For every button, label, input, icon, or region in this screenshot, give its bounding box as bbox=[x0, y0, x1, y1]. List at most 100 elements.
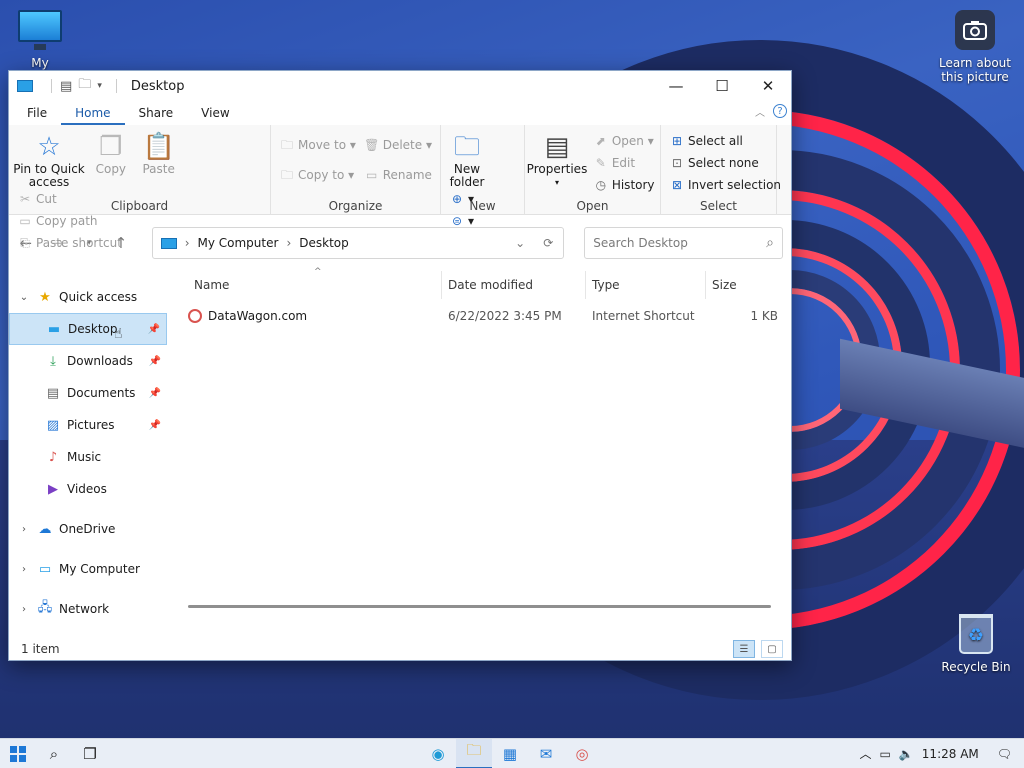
select-none-button[interactable]: ⊡ Select none bbox=[669, 153, 781, 173]
sidebar-item-label: Desktop bbox=[68, 322, 118, 336]
title-bar[interactable]: ▤ 🗀 ▾ Desktop — ☐ ✕ bbox=[9, 71, 791, 101]
move-to-button[interactable]: 🗀 Move to ▾ bbox=[279, 135, 356, 155]
sidebar-item-pictures[interactable]: ▨ Pictures 📌 bbox=[9, 409, 167, 441]
chevron-down-icon[interactable]: ⌄ bbox=[17, 292, 31, 303]
task-view-icon[interactable]: ❐ bbox=[72, 739, 108, 768]
search-icon: ⌕ bbox=[766, 235, 774, 251]
sidebar-item-network[interactable]: › 🖧 Network bbox=[9, 593, 167, 625]
edit-button[interactable]: ✎ Edit bbox=[593, 153, 655, 173]
pencil-icon: ✎ bbox=[595, 156, 606, 170]
select-all-button[interactable]: ⊞ Select all bbox=[669, 131, 781, 151]
chevron-right-icon[interactable]: › bbox=[17, 564, 31, 575]
button-label: History bbox=[611, 178, 655, 192]
new-folder-button[interactable]: 🗀 New folder bbox=[445, 131, 489, 189]
column-header-size[interactable]: Size bbox=[706, 271, 782, 299]
chevron-up-icon[interactable]: ︿ bbox=[859, 745, 871, 762]
refresh-icon[interactable]: ⟳ bbox=[543, 236, 553, 250]
sidebar-item-label: Quick access bbox=[59, 290, 138, 304]
windows-start-icon[interactable] bbox=[0, 739, 36, 768]
chevron-right-icon[interactable]: › bbox=[17, 604, 31, 615]
history-button[interactable]: ◷ History bbox=[593, 175, 655, 195]
search-icon[interactable]: ⌕ bbox=[36, 739, 72, 768]
new-folder-quick-icon[interactable]: 🗀 bbox=[78, 75, 91, 97]
network-status-icon[interactable]: ▭ bbox=[880, 747, 891, 761]
minimize-button[interactable]: — bbox=[653, 71, 699, 101]
easy-access-button[interactable]: ⊜ ▾ bbox=[449, 211, 474, 231]
chevron-down-icon[interactable]: ▾ bbox=[97, 81, 102, 91]
help-icon[interactable]: ? bbox=[773, 104, 787, 118]
file-explorer-icon[interactable]: 🗀 bbox=[456, 738, 492, 768]
button-label: Properties bbox=[526, 162, 588, 176]
tab-view[interactable]: View bbox=[187, 101, 243, 125]
chevron-down-icon: ▾ bbox=[554, 178, 559, 187]
rename-icon: ▭ bbox=[366, 168, 378, 182]
chevron-up-icon[interactable]: ︿ bbox=[755, 104, 765, 119]
sidebar-item-label: Network bbox=[59, 602, 110, 616]
button-label: Invert selection bbox=[688, 178, 782, 192]
details-view-icon[interactable]: ☰ bbox=[733, 640, 755, 658]
sidebar-item-onedrive[interactable]: › ☁ OneDrive bbox=[9, 513, 167, 545]
copy-path-button[interactable]: ▭ Copy path bbox=[17, 211, 122, 231]
edge-browser-icon[interactable]: ◉ bbox=[420, 739, 456, 768]
sidebar-item-videos[interactable]: ▶ Videos bbox=[9, 473, 167, 505]
paste-shortcut-button[interactable]: ⎘ Paste shortcut bbox=[17, 233, 122, 253]
notifications-icon[interactable]: 🗨 bbox=[997, 747, 1012, 761]
column-header-name[interactable]: Name bbox=[168, 271, 442, 299]
properties-button[interactable]: ▤ Properties ▾ bbox=[526, 131, 588, 189]
paste-button[interactable]: 📋 Paste bbox=[137, 131, 181, 176]
invert-selection-button[interactable]: ⊠ Invert selection bbox=[669, 175, 781, 195]
pin-to-quick-access-button[interactable]: ☆ Pin to Quick access bbox=[13, 131, 85, 189]
copy-button[interactable]: ❐ Copy bbox=[89, 131, 133, 176]
internet-shortcut-icon bbox=[188, 309, 202, 323]
video-icon: ▶ bbox=[48, 481, 58, 497]
ribbon-group-new: 🗀 New folder ⊕ ▾ ⊜ ▾ New bbox=[441, 125, 525, 228]
sidebar-item-documents[interactable]: ▤ Documents 📌 bbox=[9, 377, 167, 409]
breadcrumb-desktop[interactable]: Desktop bbox=[299, 236, 349, 250]
horizontal-scrollbar[interactable] bbox=[188, 605, 771, 608]
rename-button[interactable]: ▭ Rename bbox=[364, 165, 432, 185]
copy-to-icon: 🗀 bbox=[280, 168, 293, 182]
sidebar-item-my-computer[interactable]: › ▭ My Computer bbox=[9, 553, 167, 585]
desktop-icon-recycle-bin[interactable]: ♻ Recycle Bin bbox=[936, 614, 1016, 674]
tab-home[interactable]: Home bbox=[61, 101, 125, 125]
breadcrumb-my-computer[interactable]: My Computer bbox=[198, 236, 279, 250]
maximize-button[interactable]: ☐ bbox=[699, 71, 745, 101]
file-explorer-window: ▤ 🗀 ▾ Desktop — ☐ ✕ File Home Share View… bbox=[8, 70, 792, 661]
sidebar-item-quick-access[interactable]: ⌄ ★ Quick access bbox=[9, 281, 167, 313]
chevron-down-icon[interactable]: ⌄ bbox=[515, 236, 525, 250]
tab-share[interactable]: Share bbox=[125, 101, 188, 125]
tab-file[interactable]: File bbox=[17, 101, 61, 125]
large-icons-view-icon[interactable]: ▢ bbox=[761, 640, 783, 658]
delete-button[interactable]: 🗑 Delete ▾ bbox=[364, 135, 432, 155]
desktop-icon-learn-about-picture[interactable]: Learn about this picture bbox=[930, 10, 1020, 84]
ribbon-tabs: File Home Share View ︿ ? bbox=[9, 101, 791, 125]
window-title: Desktop bbox=[130, 78, 185, 94]
button-label: Delete bbox=[382, 138, 423, 152]
sidebar-item-label: Downloads bbox=[67, 354, 133, 368]
sidebar-item-downloads[interactable]: ⤓ Downloads 📌 bbox=[9, 345, 167, 377]
chevron-right-icon[interactable]: › bbox=[17, 524, 31, 535]
move-to-icon: 🗀 bbox=[280, 138, 293, 152]
mail-icon[interactable]: ✉ bbox=[528, 739, 564, 768]
open-button[interactable]: ⬈ Open ▾ bbox=[593, 131, 655, 151]
store-icon[interactable]: ▦ bbox=[492, 739, 528, 768]
file-name: DataWagon.com bbox=[208, 309, 308, 323]
pin-icon: 📌 bbox=[148, 419, 161, 431]
copy-to-button[interactable]: 🗀 Copy to ▾ bbox=[279, 165, 356, 185]
properties-quick-icon[interactable]: ▤ bbox=[60, 79, 72, 94]
search-input[interactable]: Search Desktop ⌕ bbox=[584, 227, 783, 259]
column-headers: ^ Name Date modified Type Size bbox=[168, 267, 791, 299]
clock[interactable]: 11:28 AM bbox=[922, 747, 979, 761]
sidebar-item-music[interactable]: ♪ Music bbox=[9, 441, 167, 473]
column-header-type[interactable]: Type bbox=[586, 271, 706, 299]
sidebar-item-desktop[interactable]: ▬ Desktop 📌 ☝ bbox=[9, 313, 167, 345]
picture-icon: ▨ bbox=[46, 417, 60, 433]
address-bar[interactable]: › My Computer › Desktop ⌄ ⟳ bbox=[151, 227, 565, 259]
volume-icon[interactable]: 🔈 bbox=[899, 747, 914, 761]
chrome-browser-icon[interactable]: ◎ bbox=[564, 739, 600, 768]
close-button[interactable]: ✕ bbox=[745, 71, 791, 101]
status-bar: 1 item ☰ ▢ bbox=[9, 638, 791, 660]
column-header-date-modified[interactable]: Date modified bbox=[442, 271, 586, 299]
group-label: Organize bbox=[328, 199, 383, 213]
table-row[interactable]: DataWagon.com 6/22/2022 3:45 PM Internet… bbox=[168, 301, 791, 331]
